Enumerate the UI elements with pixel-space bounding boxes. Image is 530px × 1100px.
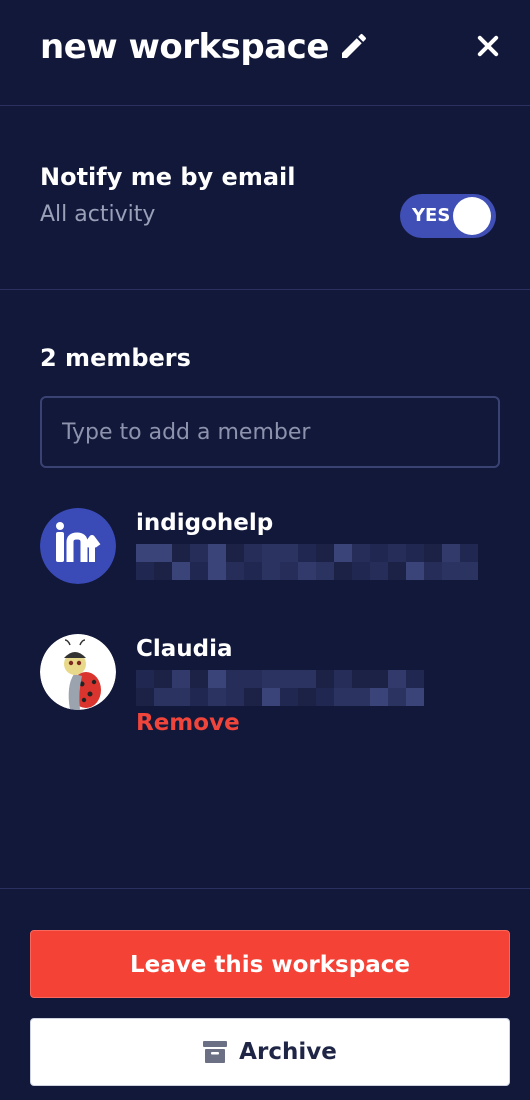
email-notification-section: Notify me by email All activity YES [0,106,530,290]
archive-button[interactable]: Archive [30,1018,510,1086]
member-email-redacted [136,670,436,706]
archive-label: Archive [239,1039,337,1065]
panel-header: new workspace [0,0,530,106]
toggle-label: YES [412,205,451,226]
indigo-logo-avatar [40,508,116,584]
members-count-heading: 2 members [40,344,191,372]
footer-divider [0,888,530,889]
leave-workspace-button[interactable]: Leave this workspace [30,930,510,998]
member-name: Claudia [136,636,233,662]
pencil-icon[interactable] [338,30,370,62]
notify-title: Notify me by email [40,163,296,191]
member-list-item: indigohelp [40,508,500,618]
member-email-redacted [136,544,478,580]
remove-member-link[interactable]: Remove [136,708,240,738]
member-list-item: Claudia Remove [40,634,500,744]
member-name: indigohelp [136,510,274,536]
add-member-input[interactable] [40,396,500,468]
workspace-title: new workspace [40,27,329,67]
email-notify-toggle[interactable]: YES [400,194,496,238]
notify-subtitle: All activity [40,202,156,227]
close-icon[interactable] [474,32,502,60]
archive-box-icon [203,1041,228,1063]
workspace-settings-panel: new workspace Notify me by email All act… [0,0,530,1100]
toggle-knob [453,197,491,235]
ladybug-avatar [40,634,116,710]
